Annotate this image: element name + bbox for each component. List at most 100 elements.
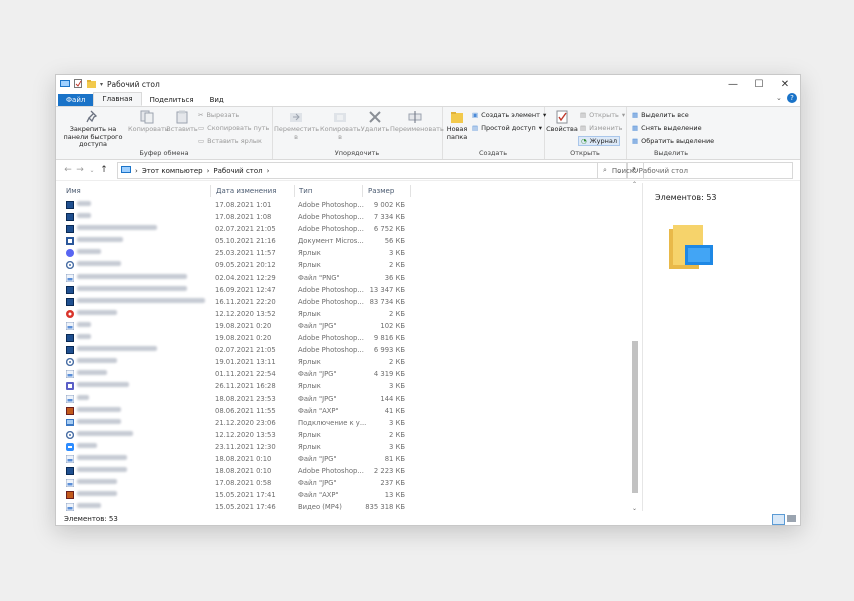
file-row[interactable]: 19.08.2021 0:20 Adobe Photoshop... 9 816 К… <box>62 332 412 344</box>
details-view-icon[interactable] <box>772 514 785 525</box>
breadcrumb-desktop[interactable]: Рабочий стол <box>213 167 262 175</box>
file-row[interactable]: 19.01.2021 13:11 Ярлык 2 КБ <box>62 356 412 368</box>
tab-home[interactable]: Главная <box>93 92 142 106</box>
close-button[interactable]: ✕ <box>772 75 798 93</box>
file-row[interactable]: 25.03.2021 11:57 Ярлык 3 КБ <box>62 247 412 259</box>
blurred-file-name <box>77 491 117 497</box>
new-folder-button[interactable]: Новая папка <box>444 110 470 141</box>
paste-shortcut-button[interactable]: ▭ Вставить ярлык <box>198 137 262 145</box>
file-row[interactable]: 12.12.2020 13:53 Ярлык 2 КБ <box>62 429 412 441</box>
help-icon[interactable]: ? <box>787 93 797 103</box>
paste-button[interactable]: Вставить <box>166 110 198 134</box>
title-bar: ▾ Рабочий стол — ☐ ✕ <box>56 75 800 93</box>
file-type: Ярлык <box>298 430 321 439</box>
file-row[interactable]: 17.08.2021 0:58 Файл "JPG" 237 КБ <box>62 477 412 489</box>
column-divider[interactable] <box>410 185 411 197</box>
file-size: 6 752 КБ <box>373 225 405 234</box>
file-row[interactable]: 15.05.2021 17:46 Видео (MP4) 835 318 КБ <box>62 501 412 513</box>
file-row[interactable]: 16.09.2021 12:47 Adobe Photoshop... 13 347… <box>62 284 412 296</box>
new-item-button[interactable]: ▣ Создать элемент ▾ <box>472 111 546 119</box>
rename-button[interactable]: Переименовать <box>390 110 444 134</box>
recent-locations-chevron-icon[interactable]: ⌄ <box>86 167 98 174</box>
history-button[interactable]: ◔ Журнал <box>578 136 621 146</box>
file-row[interactable]: 02.07.2021 21:05 Adobe Photoshop... 6 752 … <box>62 223 412 235</box>
cut-button[interactable]: ✂ Вырезать <box>198 111 239 119</box>
file-row[interactable]: 16.11.2021 22:20 Adobe Photoshop... 83 734… <box>62 296 412 308</box>
column-divider[interactable] <box>210 185 211 197</box>
large-icons-view-icon[interactable] <box>787 515 796 522</box>
file-row[interactable]: 19.08.2021 0:20 Файл "JPG" 102 КБ <box>62 320 412 332</box>
move-to-button[interactable]: Переместить в <box>274 110 319 141</box>
delete-button[interactable]: Удалить <box>360 110 390 134</box>
minimize-button[interactable]: — <box>720 75 746 93</box>
new-folder-quick-icon[interactable] <box>87 79 96 90</box>
search-box[interactable]: ⌕ Поиск: Рабочий стол <box>597 162 793 179</box>
select-none-button[interactable]: ▦ Снять выделение <box>632 124 702 132</box>
scroll-up-icon[interactable]: ⌃ <box>632 181 637 188</box>
column-divider[interactable] <box>362 185 363 197</box>
tab-file[interactable]: Файл <box>58 94 94 106</box>
file-row[interactable]: 08.06.2021 11:55 Файл "AXP" 41 КБ <box>62 405 412 417</box>
file-date: 08.06.2021 11:55 <box>215 406 276 415</box>
ps-file-icon <box>66 334 74 343</box>
open-button[interactable]: ▤ Открыть ▾ <box>580 111 625 119</box>
column-divider[interactable] <box>294 185 295 197</box>
file-row[interactable]: 23.11.2021 12:30 Ярлык 3 КБ <box>62 441 412 453</box>
up-arrow-icon[interactable]: ↑ <box>98 165 110 175</box>
file-row[interactable]: 17.08.2021 1:08 Adobe Photoshop... 7 334 К… <box>62 211 412 223</box>
file-row[interactable]: 18.08.2021 23:53 Файл "JPG" 144 КБ <box>62 393 412 405</box>
file-row[interactable]: 01.11.2021 22:54 Файл "JPG" 4 319 КБ <box>62 368 412 380</box>
move-to-icon <box>290 113 302 122</box>
copy-path-button[interactable]: ▭ Скопировать путь <box>198 124 269 132</box>
file-row[interactable]: 18.08.2021 0:10 Файл "JPG" 81 КБ <box>62 453 412 465</box>
copy-button[interactable]: Копировать <box>128 110 169 134</box>
file-row[interactable]: 21.12.2020 23:06 Подключение к у... 3 КБ <box>62 417 412 429</box>
copy-to-button[interactable]: Копировать в <box>320 110 361 141</box>
scrollbar-thumb[interactable] <box>632 341 638 493</box>
forward-arrow-icon[interactable]: → <box>74 165 86 175</box>
properties-button[interactable]: Свойства <box>546 110 578 134</box>
column-name[interactable]: Имя <box>66 187 81 195</box>
select-all-button[interactable]: ▦ Выделить все <box>632 111 689 119</box>
maximize-button[interactable]: ☐ <box>746 75 772 93</box>
file-row[interactable]: 17.08.2021 1:01 Adobe Photoshop... 9 002 К… <box>62 199 412 211</box>
organize-group: Переместить в Копировать в Удалить Переи… <box>272 107 444 159</box>
easy-access-button[interactable]: ▤ Простой доступ ▾ <box>472 124 542 132</box>
invert-selection-button[interactable]: ▦ Обратить выделение <box>632 137 714 145</box>
tab-share[interactable]: Поделиться <box>142 94 202 106</box>
copy-path-icon: ▭ <box>198 124 205 132</box>
file-row[interactable]: 05.10.2021 21:16 Документ Micros... 56 КБ <box>62 235 412 247</box>
file-date: 17.08.2021 1:08 <box>215 213 272 222</box>
content-area: Имя Дата изменения Тип Размер 17.08.2021… <box>56 179 800 513</box>
ps-file-icon <box>66 346 74 355</box>
collapse-ribbon-icon[interactable]: ⌄ <box>776 94 782 102</box>
file-row[interactable]: 02.04.2021 12:29 Файл "PNG" 36 КБ <box>62 272 412 284</box>
file-row[interactable]: 26.11.2021 16:28 Ярлык 3 КБ <box>62 380 412 392</box>
copy-path-label: Скопировать путь <box>207 124 270 132</box>
delete-x-icon <box>369 111 381 123</box>
tab-view[interactable]: Вид <box>202 94 232 106</box>
back-arrow-icon[interactable]: ← <box>62 165 74 175</box>
column-size[interactable]: Размер <box>368 187 394 195</box>
file-row[interactable]: 09.05.2021 20:12 Ярлык 2 КБ <box>62 259 412 271</box>
file-row[interactable]: 12.12.2020 13:52 Ярлык 2 КБ <box>62 308 412 320</box>
file-date: 25.03.2021 11:57 <box>215 249 276 258</box>
img-file-icon <box>66 479 74 488</box>
address-box[interactable]: › Этот компьютер › Рабочий стол › ⌄ <box>117 162 627 179</box>
properties-quick-icon[interactable] <box>74 78 83 90</box>
file-row[interactable]: 15.05.2021 17:41 Файл "AXP" 13 КБ <box>62 489 412 501</box>
breadcrumb-this-pc[interactable]: Этот компьютер <box>142 167 203 175</box>
column-date[interactable]: Дата изменения <box>216 187 276 195</box>
column-type[interactable]: Тип <box>299 187 312 195</box>
scroll-down-icon[interactable]: ⌄ <box>632 505 637 512</box>
pin-quick-access-button[interactable]: Закрепить на панели быстрого доступа <box>58 110 128 149</box>
blurred-file-name <box>77 430 133 436</box>
quick-access-dropdown-icon[interactable]: ▾ <box>100 81 103 88</box>
vertical-scrollbar[interactable]: ⌃ ⌄ <box>631 181 639 512</box>
file-type: Adobe Photoshop... <box>298 334 364 343</box>
file-row[interactable]: 02.07.2021 21:05 Adobe Photoshop... 6 993 … <box>62 344 412 356</box>
organize-group-label: Упорядочить <box>334 149 380 157</box>
edit-button[interactable]: ▤ Изменить <box>580 124 622 132</box>
file-type: Ярлык <box>298 358 321 367</box>
file-row[interactable]: 18.08.2021 0:10 Adobe Photoshop... 2 223 К… <box>62 465 412 477</box>
